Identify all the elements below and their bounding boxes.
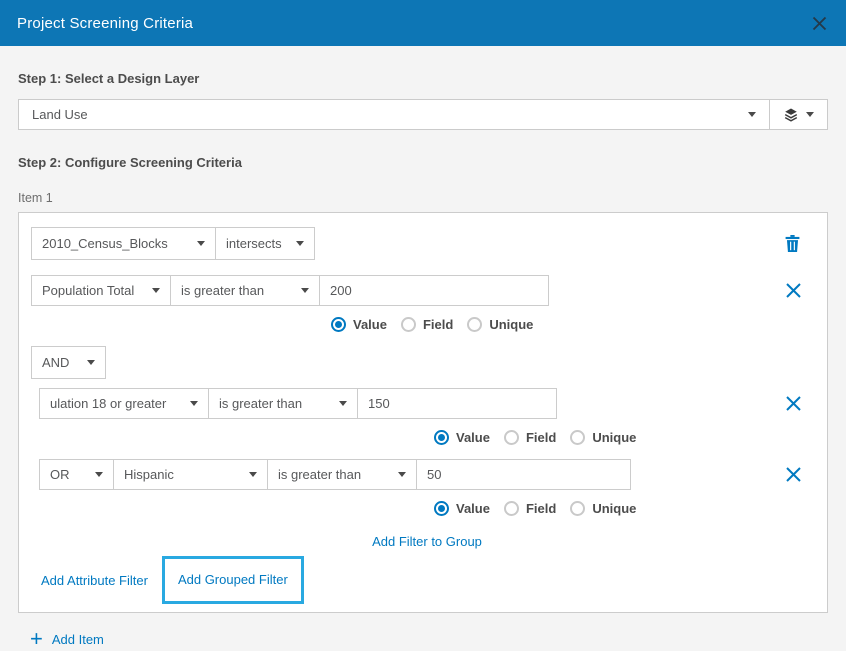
dialog-header: Project Screening Criteria (0, 0, 846, 46)
radio-value-label: Value (456, 501, 490, 516)
plus-icon: + (30, 630, 43, 648)
spatial-operator-value: intersects (226, 236, 282, 251)
step1-label: Step 1: Select a Design Layer (18, 71, 828, 86)
chevron-down-icon (152, 288, 160, 293)
add-attribute-filter-link[interactable]: Add Attribute Filter (41, 573, 148, 588)
close-icon[interactable] (810, 14, 829, 33)
item-panel: 2010_Census_Blocks intersects (18, 212, 828, 613)
add-item-label: Add Item (52, 632, 104, 647)
remove-filter-button[interactable] (786, 283, 801, 298)
radio-unique[interactable] (570, 501, 585, 516)
grouped-filter-2-logic-select[interactable]: OR (39, 459, 114, 490)
add-grouped-filter-highlight: Add Grouped Filter (162, 556, 304, 604)
add-item-button[interactable]: + Add Item (30, 630, 828, 648)
step2-label: Step 2: Configure Screening Criteria (18, 155, 828, 170)
remove-grouped-filter-2-button[interactable] (786, 467, 801, 482)
grouped-filter-2-field-select[interactable]: Hispanic (113, 459, 268, 490)
item-label: Item 1 (18, 191, 828, 205)
grouped-filter-1-operator-value: is greater than (219, 396, 302, 411)
chevron-down-icon (197, 241, 205, 246)
grouped-filter-2-controls: OR Hispanic is greater than (39, 459, 631, 490)
design-layer-value: Land Use (32, 107, 88, 122)
grouped-filter-2-field-value: Hispanic (124, 467, 174, 482)
grouped-filter-1-field-select[interactable]: ulation 18 or greater (39, 388, 209, 419)
filter-field-select[interactable]: Population Total (31, 275, 171, 306)
grouped-filter-1-mode-options: Value Field Unique (434, 429, 815, 446)
grouped-filter-1-controls: ulation 18 or greater is greater than (39, 388, 557, 419)
item-layer-select[interactable]: 2010_Census_Blocks (31, 227, 216, 260)
group-logic-row: AND (31, 346, 815, 379)
grouped-filter-row-1: ulation 18 or greater is greater than (39, 388, 815, 419)
attribute-filter-controls: Population Total is greater than (31, 275, 549, 306)
radio-value[interactable] (434, 430, 449, 445)
chevron-down-icon (339, 401, 347, 406)
group-logic-select[interactable]: AND (31, 346, 106, 379)
layers-icon (783, 107, 799, 123)
filter-field-value: Population Total (42, 283, 134, 298)
chevron-down-icon (301, 288, 309, 293)
grouped-filter-2-logic-value: OR (50, 467, 70, 482)
chevron-down-icon (398, 472, 406, 477)
grouped-filter-row-2: OR Hispanic is greater than (39, 459, 815, 490)
chevron-down-icon (87, 360, 95, 365)
group-logic-value: AND (42, 355, 69, 370)
radio-value-label: Value (456, 430, 490, 445)
radio-unique[interactable] (467, 317, 482, 332)
radio-unique-label: Unique (489, 317, 533, 332)
radio-unique-label: Unique (592, 430, 636, 445)
radio-value[interactable] (434, 501, 449, 516)
remove-grouped-filter-1-button[interactable] (786, 396, 801, 411)
attribute-filter-row: Population Total is greater than (31, 275, 815, 306)
radio-value[interactable] (331, 317, 346, 332)
dialog-title: Project Screening Criteria (17, 15, 193, 32)
chevron-down-icon (748, 112, 756, 117)
layer-options-button[interactable] (769, 100, 827, 129)
chevron-down-icon (806, 112, 814, 117)
radio-unique-label: Unique (592, 501, 636, 516)
grouped-filter-2-value-input[interactable] (416, 459, 631, 490)
filter-actions: Add Attribute Filter Add Grouped Filter (41, 556, 815, 604)
grouped-filter-2-mode-options: Value Field Unique (434, 500, 815, 517)
grouped-filter-1-field-value: ulation 18 or greater (50, 396, 166, 411)
radio-field[interactable] (401, 317, 416, 332)
delete-item-button[interactable] (784, 234, 801, 253)
dialog-body: Step 1: Select a Design Layer Land Use S… (0, 71, 846, 648)
add-grouped-filter-link[interactable]: Add Grouped Filter (178, 572, 288, 587)
filter-operator-select[interactable]: is greater than (170, 275, 320, 306)
chevron-down-icon (190, 401, 198, 406)
spatial-operator-select[interactable]: intersects (215, 227, 315, 260)
radio-value-label: Value (353, 317, 387, 332)
grouped-filter-2-operator-value: is greater than (278, 467, 361, 482)
add-filter-to-group-link[interactable]: Add Filter to Group (372, 534, 482, 549)
filter-value-input[interactable] (319, 275, 549, 306)
design-layer-select[interactable]: Land Use (19, 100, 769, 129)
item-layer-value: 2010_Census_Blocks (42, 236, 168, 251)
radio-field-label: Field (526, 430, 556, 445)
grouped-filter-1-value-input[interactable] (357, 388, 557, 419)
filter-mode-options: Value Field Unique (331, 316, 815, 333)
chevron-down-icon (95, 472, 103, 477)
radio-field-label: Field (526, 501, 556, 516)
grouped-filter-2-operator-select[interactable]: is greater than (267, 459, 417, 490)
filter-operator-value: is greater than (181, 283, 264, 298)
spatial-filter-row: 2010_Census_Blocks intersects (31, 227, 815, 260)
design-layer-row: Land Use (18, 99, 828, 130)
radio-unique[interactable] (570, 430, 585, 445)
radio-field-label: Field (423, 317, 453, 332)
grouped-filter-1-operator-select[interactable]: is greater than (208, 388, 358, 419)
spatial-filter-selects: 2010_Census_Blocks intersects (31, 227, 315, 260)
chevron-down-icon (249, 472, 257, 477)
chevron-down-icon (296, 241, 304, 246)
grouped-filters: ulation 18 or greater is greater than (39, 388, 815, 551)
project-screening-dialog: Project Screening Criteria Step 1: Selec… (0, 0, 846, 632)
radio-field[interactable] (504, 430, 519, 445)
radio-field[interactable] (504, 501, 519, 516)
